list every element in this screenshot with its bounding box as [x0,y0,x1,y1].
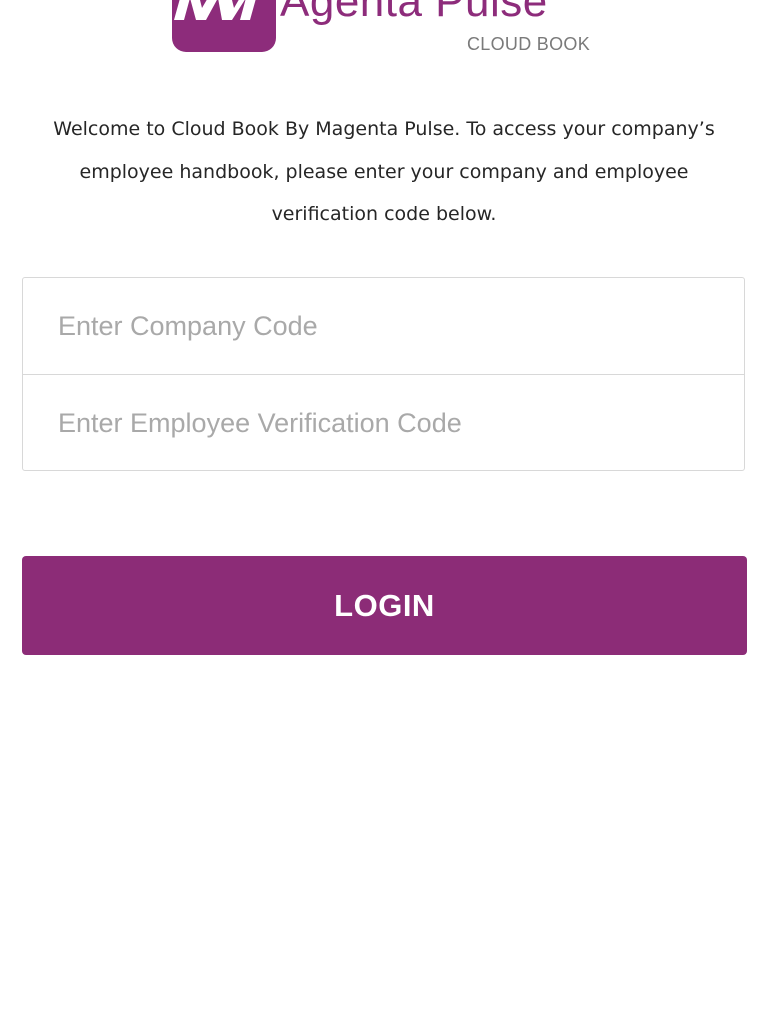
login-form [22,277,745,471]
brand-subtitle: CLOUD BOOK [467,34,591,54]
brand-name: Agenta Pulse [280,0,548,26]
brand-logo: Agenta Pulse CLOUD BOOK [168,0,608,56]
company-code-input[interactable] [23,278,744,374]
m-logo-icon [172,0,276,52]
employee-verification-code-input[interactable] [23,375,744,471]
intro-text: Welcome to Cloud Book By Magenta Pulse. … [53,118,715,225]
login-button[interactable]: LOGIN [22,556,747,655]
